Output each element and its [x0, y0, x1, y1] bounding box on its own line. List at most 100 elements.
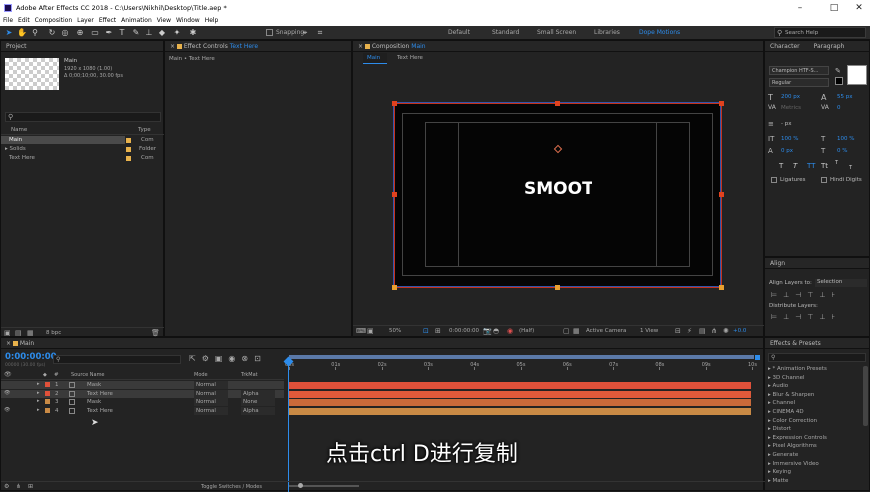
workspace-dope-motions[interactable]: Dope Motions: [639, 29, 680, 36]
transform-handle[interactable]: [719, 285, 724, 290]
timeline-switch-icons[interactable]: ⇱⚙▣◉⊗⊡: [189, 354, 267, 363]
zoom-slider-handle[interactable]: [298, 483, 303, 488]
project-search-input[interactable]: ⚲: [5, 112, 161, 122]
roto-brush-tool-icon[interactable]: ✦: [172, 28, 182, 38]
eraser-tool-icon[interactable]: ◆: [157, 28, 167, 38]
composition-header[interactable]: × Composition Main: [353, 41, 763, 52]
faux-bold-button[interactable]: T: [779, 162, 783, 170]
transform-handle[interactable]: [392, 285, 397, 290]
workspace-small-screen[interactable]: Small Screen: [537, 29, 576, 36]
column-type[interactable]: Type: [138, 126, 151, 134]
faux-italic-button[interactable]: T: [793, 162, 797, 170]
effects-category-item[interactable]: ▸ Generate: [768, 451, 798, 459]
trkmat-dropdown[interactable]: [241, 381, 275, 389]
font-style-dropdown[interactable]: Regular: [769, 78, 829, 87]
layer-row[interactable]: 👁 ▸ 2 Text Here Normal Alpha: [1, 389, 284, 398]
search-help-input[interactable]: ⚲ Search Help: [774, 27, 866, 38]
project-item-main[interactable]: Main: [1, 136, 125, 144]
camera-dropdown[interactable]: Active Camera: [586, 328, 626, 334]
interpret-footage-icon[interactable]: ▣: [4, 329, 11, 337]
twirl-arrow-icon[interactable]: ▸: [37, 407, 40, 413]
leading-value[interactable]: 55 px: [837, 94, 853, 100]
twirl-arrow-icon[interactable]: ▸: [37, 398, 40, 404]
region-of-interest-icon[interactable]: ▢: [563, 327, 570, 335]
zoom-dropdown[interactable]: 50%: [389, 328, 401, 334]
project-panel-header[interactable]: Project: [1, 41, 163, 52]
trkmat-dropdown[interactable]: Alpha: [241, 407, 275, 416]
tracking-value[interactable]: 0: [837, 105, 841, 111]
visibility-eye-icon[interactable]: 👁: [4, 407, 10, 413]
new-folder-icon[interactable]: ▤: [15, 329, 22, 337]
effects-category-item[interactable]: ▸ 3D Channel: [768, 374, 805, 382]
effects-category-item[interactable]: ▸ Expression Controls: [768, 434, 827, 442]
layer-label-color[interactable]: [45, 408, 50, 414]
rectangle-tool-icon[interactable]: ▭: [90, 28, 100, 38]
layer-row[interactable]: 👁 ▸ 4 Text Here Normal Alpha: [1, 407, 284, 416]
font-family-dropdown[interactable]: Champion HTF-S...: [769, 66, 829, 75]
effects-category-item[interactable]: ▸ Immersive Video: [768, 460, 819, 468]
effects-category-item[interactable]: ▸ Keying: [768, 468, 791, 476]
work-area-end-handle[interactable]: [755, 355, 760, 360]
maximize-icon[interactable]: □: [820, 0, 848, 16]
bpc-button[interactable]: 8 bpc: [46, 330, 61, 336]
show-snapshot-icon[interactable]: ◓: [493, 327, 499, 335]
transform-handle[interactable]: [719, 101, 724, 106]
eyedropper-icon[interactable]: ✎: [835, 67, 841, 75]
trkmat-dropdown[interactable]: None: [241, 398, 275, 407]
visibility-eye-icon[interactable]: 👁: [4, 390, 10, 396]
vertical-scale-value[interactable]: 100 %: [781, 136, 798, 142]
effects-category-item[interactable]: ▸ Blur & Sharpen: [768, 391, 814, 399]
tab-text-here[interactable]: Text Here: [397, 54, 423, 62]
effects-scrollbar[interactable]: [863, 366, 868, 426]
layer-name[interactable]: Mask: [79, 398, 189, 406]
all-caps-button[interactable]: TT: [807, 162, 815, 170]
fast-preview-icon[interactable]: ⚡: [687, 327, 692, 335]
flowchart-icon[interactable]: ⋔: [711, 327, 717, 335]
blend-mode-dropdown[interactable]: Normal: [194, 381, 228, 389]
column-name[interactable]: Name: [11, 126, 27, 134]
workspace-libraries[interactable]: Libraries: [594, 29, 620, 36]
menu-file[interactable]: File: [3, 16, 13, 26]
trkmat-dropdown[interactable]: Alpha: [241, 389, 275, 398]
workspace-default[interactable]: Default: [448, 29, 470, 36]
exposure-icon[interactable]: ✺: [723, 327, 729, 335]
composition-canvas[interactable]: SMOOTH: [392, 101, 724, 290]
timeline-icon[interactable]: ▤: [699, 327, 706, 335]
rotate-tool-icon[interactable]: ↻: [47, 28, 57, 38]
time-ruler[interactable]: 00s01s02s03s04s05s06s07s08s09s10s: [285, 360, 757, 370]
stroke-color-swatch[interactable]: [835, 77, 843, 85]
ligatures-checkbox[interactable]: [771, 177, 777, 183]
transform-handle[interactable]: [555, 285, 560, 290]
layer-name[interactable]: Text Here: [79, 390, 189, 398]
puppet-tool-icon[interactable]: ✱: [188, 28, 198, 38]
effects-search-input[interactable]: ⚲: [768, 353, 866, 362]
delete-icon[interactable]: 🗑: [151, 329, 160, 337]
layer-name[interactable]: Text Here: [79, 407, 189, 415]
subscript-button[interactable]: T: [849, 165, 852, 171]
project-item-text-here[interactable]: Text Here: [9, 154, 35, 162]
layer-label-color[interactable]: [45, 382, 50, 387]
camera-tool-icon[interactable]: ◎: [60, 28, 70, 38]
monitor-icon[interactable]: ▣: [367, 327, 374, 335]
menu-layer[interactable]: Layer: [77, 16, 94, 26]
baseline-shift-value[interactable]: 0 px: [781, 148, 793, 154]
menu-help[interactable]: Help: [205, 16, 219, 26]
menu-window[interactable]: Window: [176, 16, 200, 26]
snapping-checkbox[interactable]: [266, 29, 273, 36]
always-preview-icon[interactable]: ⌨: [356, 327, 366, 335]
superscript-button[interactable]: T: [835, 160, 838, 166]
distribute-buttons[interactable]: ⊨⊥⊣⊤⊥⊦: [771, 313, 841, 321]
font-size-value[interactable]: 200 px: [781, 94, 800, 100]
transform-handle[interactable]: [555, 101, 560, 106]
work-area-bar[interactable]: [289, 355, 754, 359]
stroke-width-value[interactable]: - px: [781, 121, 791, 127]
small-caps-button[interactable]: Tt: [821, 162, 828, 170]
layer-duration-bar[interactable]: [289, 390, 751, 398]
layer-label-color[interactable]: [45, 399, 50, 405]
kerning-value[interactable]: Metrics: [781, 105, 801, 111]
tsume-value[interactable]: 0 %: [837, 148, 847, 154]
clone-stamp-tool-icon[interactable]: ⊥: [144, 28, 154, 38]
brush-tool-icon[interactable]: ✎: [131, 28, 141, 38]
selection-tool-icon[interactable]: ➤: [4, 28, 14, 38]
layer-duration-bar[interactable]: [289, 408, 751, 416]
